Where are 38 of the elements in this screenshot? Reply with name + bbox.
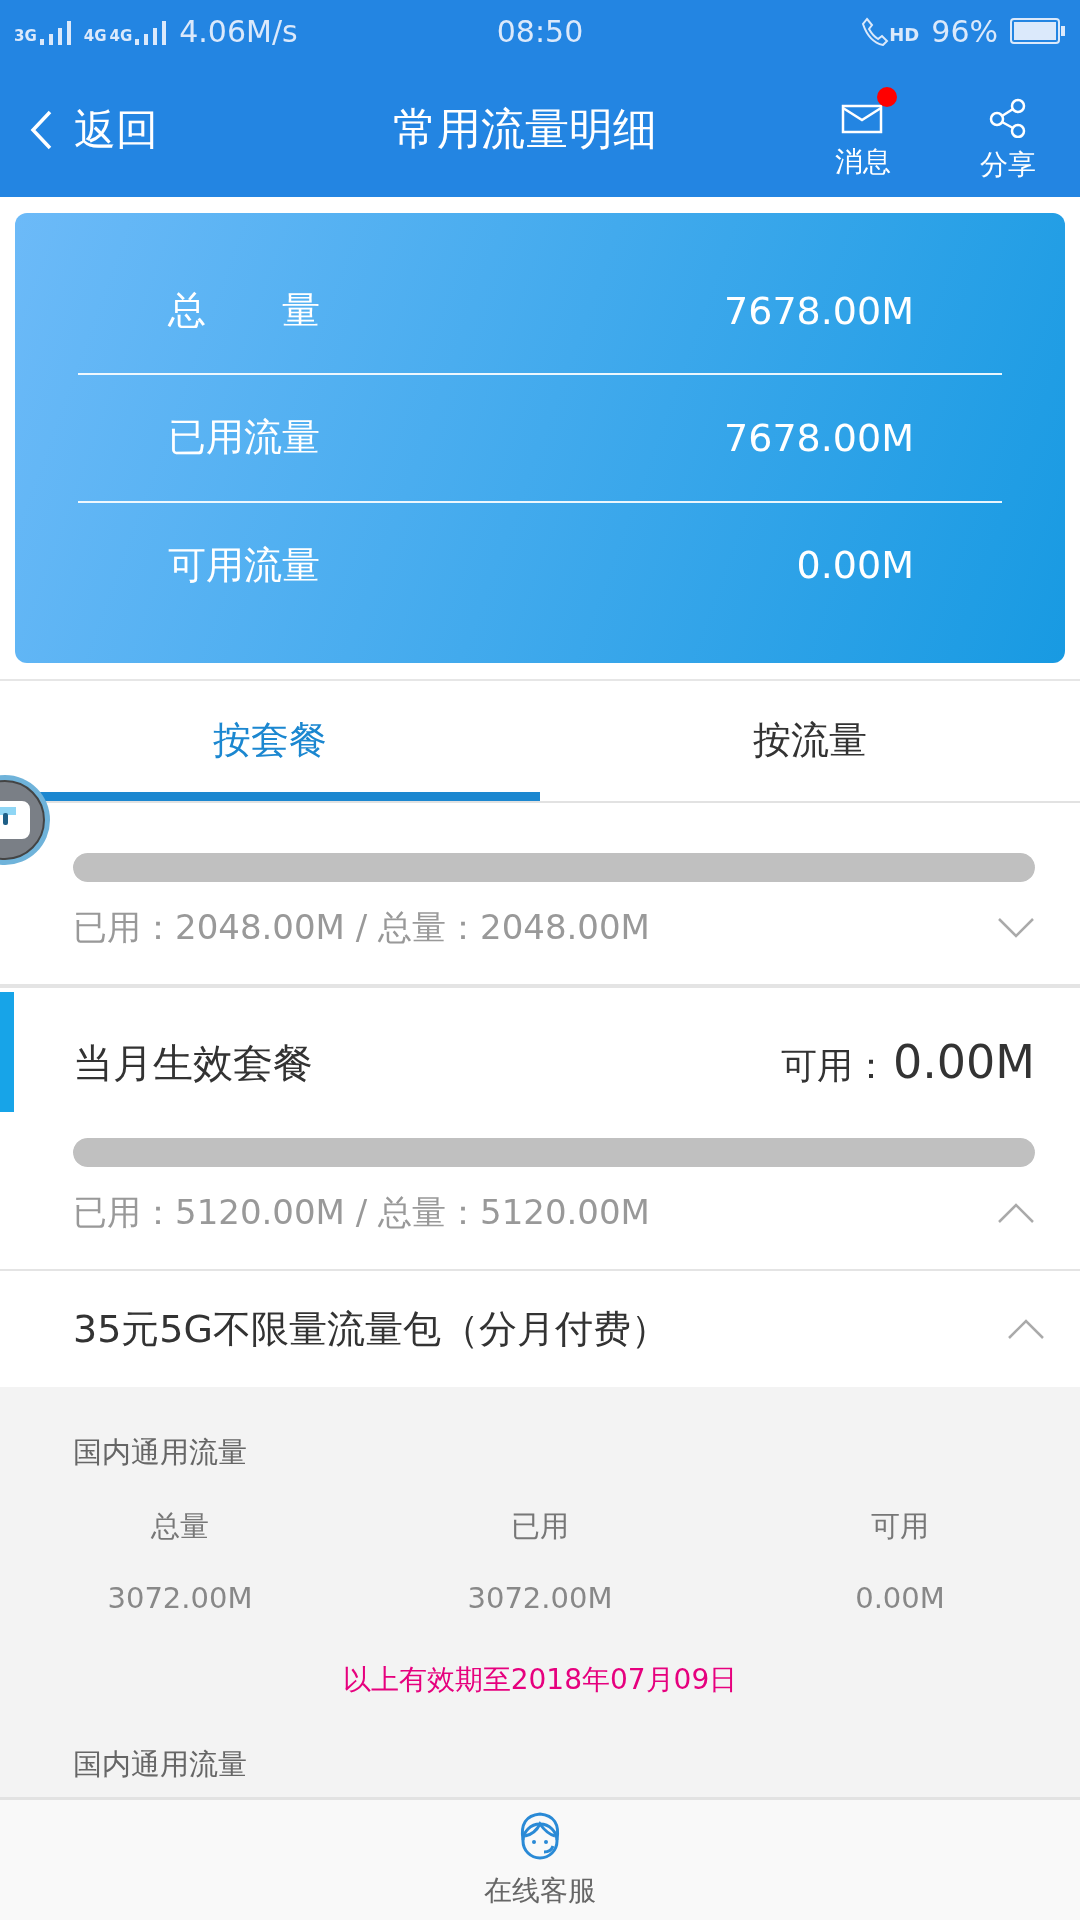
column-value: 3072.00M [467, 1581, 613, 1615]
phone-icon [861, 16, 890, 46]
back-button[interactable]: 返回 [0, 100, 330, 159]
plan-title: 当月生效套餐 [73, 1038, 313, 1088]
summary-label: 已用流量 [168, 414, 320, 462]
share-icon [987, 97, 1028, 138]
clock: 08:50 [496, 13, 584, 49]
messages-button[interactable]: 消息 [790, 78, 935, 181]
signal-icon [39, 21, 74, 45]
column-label: 已用 [511, 1508, 569, 1545]
column-value: 0.00M [855, 1581, 945, 1615]
available-label: 可用： [780, 1044, 889, 1088]
summary-value: 7678.00M [724, 288, 914, 333]
hd-label: HD [889, 23, 920, 45]
group-title: 国内通用流量 [73, 1434, 248, 1471]
summary-label: 总 量 [168, 287, 320, 335]
summary-value: 0.00M [796, 543, 914, 588]
network-label: 4G [109, 27, 133, 45]
network-label: 4G [83, 27, 107, 45]
chevron-down-icon[interactable] [997, 917, 1035, 939]
validity-note: 以上有效期至2018年07月09日 [341, 1662, 739, 1698]
share-button[interactable]: 分享 [935, 75, 1080, 184]
summary-label: 可用流量 [168, 541, 320, 589]
package-name: 35元5G不限量流量包（分月付费） [73, 1305, 669, 1353]
battery-level: 96% [931, 13, 998, 49]
usage-text: 已用：5120.00M / 总量：5120.00M [73, 1191, 650, 1234]
battery-icon [1010, 18, 1066, 44]
page-title: 常用流量明细 [392, 102, 658, 156]
chevron-up-icon[interactable] [997, 1202, 1035, 1224]
network-label: 3G [14, 27, 37, 45]
group-title: 国内通用流量 [73, 1746, 248, 1783]
summary-value: 7678.00M [724, 416, 914, 460]
column-value: 3072.00M [107, 1581, 253, 1615]
usage-text: 已用：2048.00M / 总量：2048.00M [73, 906, 650, 949]
available-value: 0.00M [892, 1035, 1035, 1089]
column-label: 总量 [151, 1508, 209, 1545]
column-label: 可用 [871, 1508, 929, 1545]
network-speed: 4.06M/s [179, 13, 298, 49]
